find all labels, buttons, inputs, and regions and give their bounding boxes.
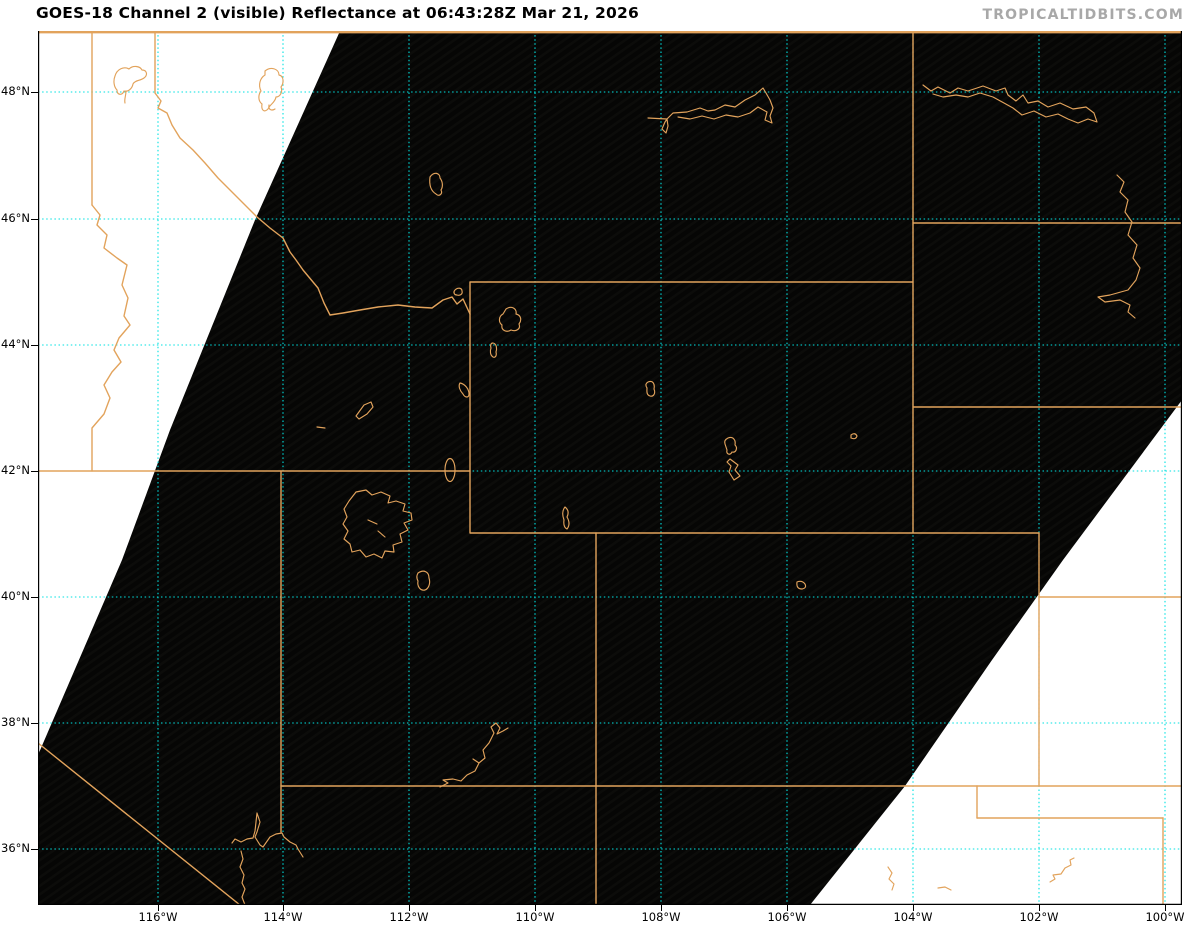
watermark-text: TROPICALTIDBITS.COM (982, 7, 1184, 23)
latitude-tick-label: 42°N (1, 463, 30, 477)
longitude-tick-label: 106°W (767, 910, 807, 924)
oklahoma-panhandle-river (1049, 857, 1075, 883)
latitude-tick-label: 36°N (1, 841, 30, 855)
longitude-tick-label: 116°W (138, 910, 178, 924)
latitude-tick (31, 345, 38, 347)
latitude-tick (31, 471, 38, 473)
lake-pend-oreille (113, 65, 148, 104)
longitude-tick-label: 108°W (641, 910, 681, 924)
satellite-map-page: GOES-18 Channel 2 (visible) Reflectance … (0, 0, 1200, 929)
longitude-tick-label: 112°W (389, 910, 429, 924)
latitude-tick (31, 597, 38, 599)
map-plot-area (38, 31, 1182, 905)
small-river-newmexico (887, 866, 895, 891)
latitude-tick-label: 38°N (1, 715, 30, 729)
latitude-tick-label: 40°N (1, 589, 30, 603)
page-title: GOES-18 Channel 2 (visible) Reflectance … (36, 4, 639, 22)
border-idaho-oregon-snake-river (91, 204, 131, 472)
latitude-tick (31, 849, 38, 851)
longitude-tick-label: 114°W (263, 910, 303, 924)
latitude-tick (31, 92, 38, 94)
latitude-tick (31, 219, 38, 221)
satellite-swath (38, 31, 1182, 905)
longitude-tick-label: 104°W (893, 910, 933, 924)
latitude-tick-label: 48°N (1, 84, 30, 98)
latitude-tick (31, 723, 38, 725)
small-lake-cimarron (937, 886, 952, 891)
latitude-tick-label: 44°N (1, 337, 30, 351)
longitude-tick-label: 100°W (1145, 910, 1185, 924)
map-canvas (38, 31, 1182, 905)
longitude-tick-label: 110°W (515, 910, 555, 924)
flathead-lake (258, 67, 284, 112)
longitude-tick-label: 102°W (1019, 910, 1059, 924)
latitude-tick-label: 46°N (1, 211, 30, 225)
